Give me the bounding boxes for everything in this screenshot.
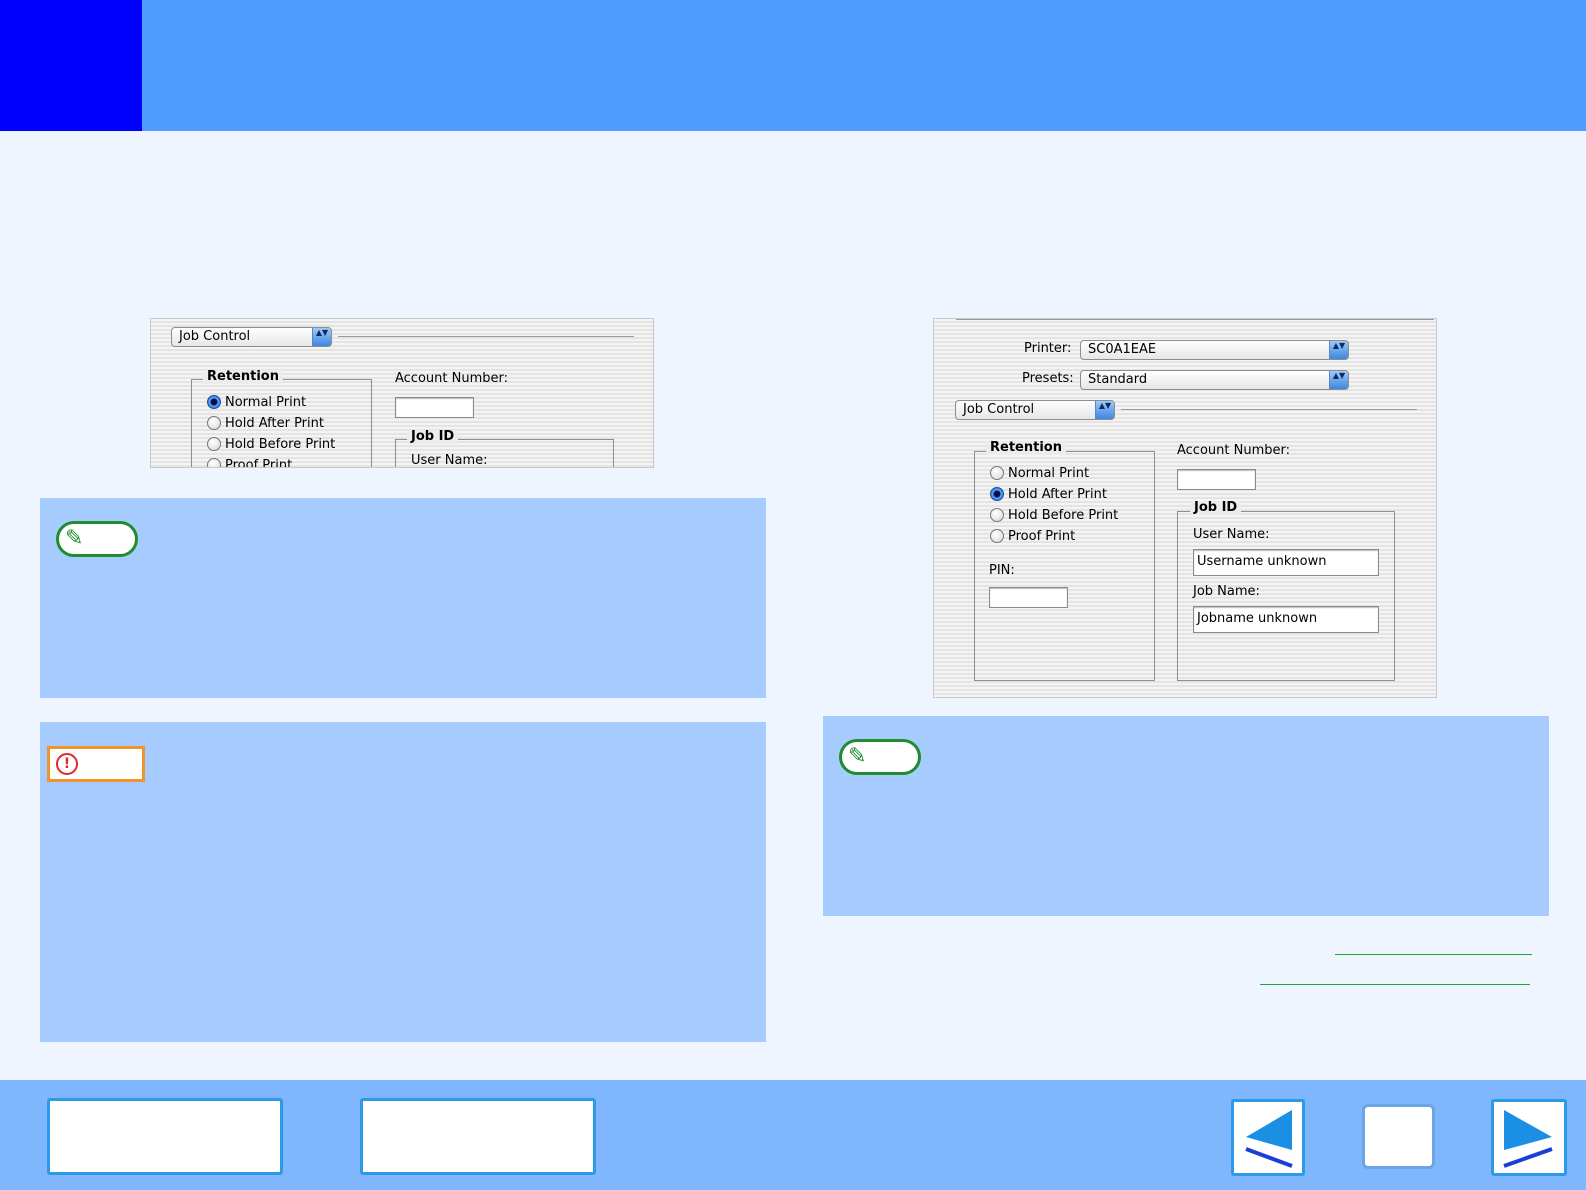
printer-popup[interactable]: SC0A1EAE ▲▼ bbox=[1080, 340, 1349, 360]
left-radio-normal-print[interactable] bbox=[207, 395, 221, 409]
left-popup-label: Job Control bbox=[179, 329, 251, 344]
right-top-edge bbox=[956, 319, 1434, 320]
right-retention-title: Retention bbox=[986, 441, 1066, 455]
exclamation-icon: ! bbox=[56, 753, 78, 775]
right-radio-normal-print[interactable] bbox=[990, 466, 1004, 480]
left-popup-separator bbox=[338, 336, 634, 337]
right-label-normal-print: Normal Print bbox=[1008, 466, 1090, 481]
left-radio-hold-before-print[interactable] bbox=[207, 437, 221, 451]
chapter-badge bbox=[0, 0, 142, 131]
pencil-icon: ✎ bbox=[65, 526, 84, 551]
printer-value: SC0A1EAE bbox=[1088, 342, 1157, 357]
user-name-input[interactable]: Username unknown bbox=[1193, 549, 1379, 576]
left-note-box bbox=[40, 498, 766, 698]
right-label-proof-print: Proof Print bbox=[1008, 529, 1076, 544]
page-header bbox=[0, 0, 1586, 131]
right-job-id-title: Job ID bbox=[1190, 501, 1242, 515]
warning-icon: ! bbox=[47, 746, 145, 782]
left-account-number-label: Account Number: bbox=[395, 371, 508, 386]
printer-label: Printer: bbox=[1024, 341, 1072, 356]
warning-box bbox=[40, 722, 766, 1042]
right-note-box bbox=[823, 716, 1549, 916]
left-radio-proof-print[interactable] bbox=[207, 458, 221, 467]
presets-value: Standard bbox=[1088, 372, 1148, 387]
left-arrow-icon bbox=[1245, 1110, 1293, 1168]
left-user-name-label: User Name: bbox=[411, 453, 488, 468]
left-account-number-input[interactable] bbox=[395, 397, 474, 418]
presets-popup[interactable]: Standard ▲▼ bbox=[1080, 370, 1349, 390]
reference-link-1[interactable] bbox=[1335, 954, 1532, 955]
right-radio-proof-print[interactable] bbox=[990, 529, 1004, 543]
left-job-control-popup[interactable]: Job Control ▲▼ bbox=[171, 327, 332, 347]
left-job-id-title: Job ID bbox=[407, 430, 459, 444]
left-label-normal-print: Normal Print bbox=[225, 395, 307, 410]
left-retention-title: Retention bbox=[203, 370, 283, 384]
left-dialog-screenshot: Job Control ▲▼ Retention Normal Print Ho… bbox=[150, 318, 654, 468]
right-label-hold-before-print: Hold Before Print bbox=[1008, 508, 1119, 523]
right-job-control-popup[interactable]: Job Control ▲▼ bbox=[955, 400, 1115, 420]
home-button[interactable] bbox=[1362, 1104, 1435, 1169]
job-name-label: Job Name: bbox=[1193, 584, 1260, 599]
right-label-hold-after-print: Hold After Print bbox=[1008, 487, 1107, 502]
right-note-icon: ✎ bbox=[839, 739, 921, 775]
right-arrow-icon bbox=[1503, 1110, 1553, 1168]
left-label-hold-after-print: Hold After Print bbox=[225, 416, 324, 431]
previous-page-button[interactable] bbox=[1231, 1099, 1305, 1176]
up-down-arrow-icon: ▲▼ bbox=[1095, 401, 1114, 419]
up-down-arrow-icon: ▲▼ bbox=[312, 328, 331, 346]
right-radio-hold-before-print[interactable] bbox=[990, 508, 1004, 522]
pencil-icon: ✎ bbox=[848, 744, 867, 769]
job-name-input[interactable]: Jobname unknown bbox=[1193, 606, 1379, 633]
left-note-icon: ✎ bbox=[56, 521, 138, 557]
pin-input[interactable] bbox=[989, 587, 1068, 608]
right-account-number-input[interactable] bbox=[1177, 469, 1256, 490]
right-dialog-screenshot: Printer: SC0A1EAE ▲▼ Presets: Standard ▲… bbox=[933, 318, 1437, 698]
presets-label: Presets: bbox=[1022, 371, 1074, 386]
footer-button-1[interactable] bbox=[47, 1098, 283, 1175]
left-radio-hold-after-print[interactable] bbox=[207, 416, 221, 430]
footer-button-2[interactable] bbox=[360, 1098, 596, 1175]
right-radio-hold-after-print[interactable] bbox=[990, 487, 1004, 501]
right-user-name-label: User Name: bbox=[1193, 527, 1270, 542]
right-account-number-label: Account Number: bbox=[1177, 443, 1290, 458]
right-popup-separator bbox=[1121, 409, 1417, 410]
up-down-arrow-icon: ▲▼ bbox=[1329, 341, 1348, 359]
left-label-proof-print: Proof Print bbox=[225, 458, 293, 468]
reference-link-2[interactable] bbox=[1260, 984, 1530, 985]
left-label-hold-before-print: Hold Before Print bbox=[225, 437, 336, 452]
next-page-button[interactable] bbox=[1491, 1099, 1567, 1176]
right-popup-label: Job Control bbox=[963, 402, 1035, 417]
pin-label: PIN: bbox=[989, 563, 1015, 578]
up-down-arrow-icon: ▲▼ bbox=[1329, 371, 1348, 389]
